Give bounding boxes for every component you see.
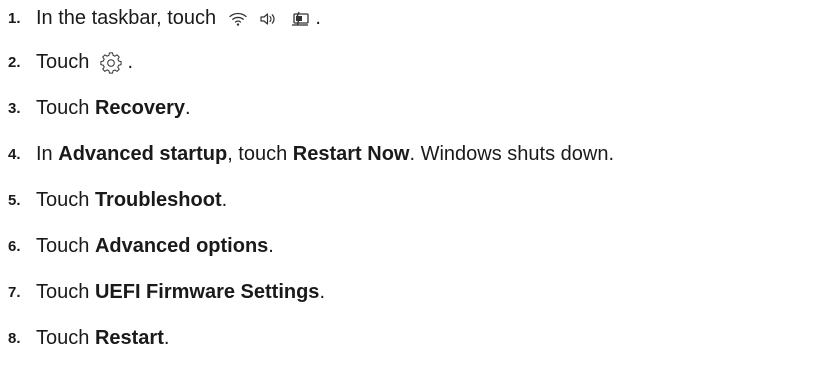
- step-text-before: Touch: [36, 189, 95, 211]
- step-bold-term: Advanced options: [94, 235, 269, 257]
- step-text-after: .: [319, 281, 325, 303]
- step-bold-term: UEFI Firmware Settings: [94, 281, 320, 303]
- step-text: Touch Restart.: [36, 326, 169, 350]
- step-1: 1. In the taskbar, touch .: [0, 2, 321, 34]
- step-number: 3.: [8, 99, 21, 117]
- step-bold-term-2: Restart Now: [292, 143, 410, 165]
- step-text-before: Touch: [36, 97, 95, 119]
- step-text-before: Touch: [36, 235, 95, 257]
- step-text: Touch Recovery.: [36, 96, 191, 120]
- battery-icon: [290, 11, 310, 27]
- step-number: 5.: [8, 191, 21, 209]
- step-text-before: Touch: [36, 327, 95, 349]
- step-7: 7. Touch UEFI Firmware Settings.: [0, 276, 325, 308]
- step-bold-term: Restart: [94, 327, 164, 349]
- speaker-icon: [259, 11, 277, 27]
- step-text-middle: , touch: [227, 143, 293, 165]
- step-text: Touch UEFI Firmware Settings.: [36, 280, 325, 304]
- step-number: 8.: [8, 329, 21, 347]
- step-text-after: .: [315, 7, 321, 29]
- step-text: Touch .: [36, 50, 133, 74]
- step-text-before: Touch: [36, 51, 90, 73]
- step-number: 6.: [8, 237, 21, 255]
- step-number: 7.: [8, 283, 21, 301]
- step-text-after: .: [221, 189, 228, 211]
- step-text-after: .: [268, 235, 274, 257]
- settings-gear-icon: [100, 52, 122, 74]
- step-text-before: In the taskbar, touch: [36, 7, 217, 29]
- step-bold-term: Advanced startup: [58, 143, 228, 165]
- step-number: 1.: [8, 9, 21, 27]
- step-bold-term: Recovery: [94, 97, 185, 119]
- step-3: 3. Touch Recovery.: [0, 92, 191, 124]
- step-text-after: .: [163, 327, 170, 349]
- step-text: In the taskbar, touch .: [36, 6, 321, 30]
- step-text-before: Touch: [36, 281, 95, 303]
- step-6: 6. Touch Advanced options.: [0, 230, 274, 262]
- step-text: Touch Advanced options.: [36, 234, 274, 258]
- step-8: 8. Touch Restart.: [0, 322, 169, 354]
- step-text-after: . Windows shuts down.: [409, 143, 615, 165]
- step-text-after: .: [185, 97, 191, 119]
- step-2: 2. Touch .: [0, 46, 133, 78]
- step-text: In Advanced startup, touch Restart Now. …: [36, 142, 614, 166]
- step-5: 5. Touch Troubleshoot.: [0, 184, 227, 216]
- step-text-before: In: [36, 143, 59, 165]
- step-bold-term: Troubleshoot: [94, 189, 222, 211]
- wifi-icon: [229, 11, 247, 27]
- step-4: 4. In Advanced startup, touch Restart No…: [0, 138, 614, 170]
- step-text-after: .: [127, 51, 134, 73]
- step-number: 2.: [8, 53, 21, 71]
- step-number: 4.: [8, 145, 21, 163]
- step-text: Touch Troubleshoot.: [36, 188, 227, 212]
